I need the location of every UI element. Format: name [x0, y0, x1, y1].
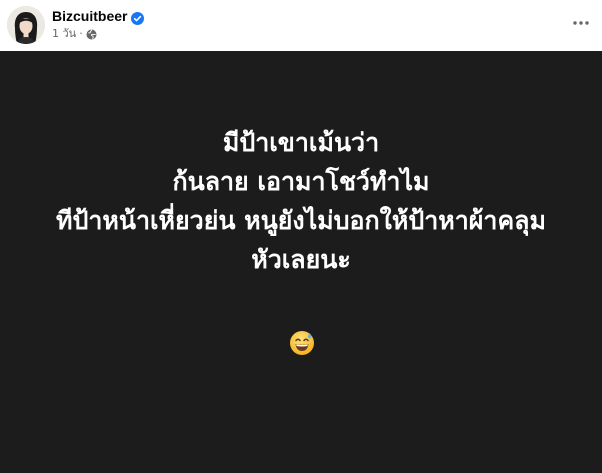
image-text-line: หัวเลยนะ [251, 245, 351, 274]
avatar-photo-icon [7, 6, 45, 44]
image-text-line: มีป้าเขาเม้นว่า [222, 128, 380, 157]
more-horizontal-icon [573, 21, 589, 25]
grinning-face-with-sweat-emoji [289, 330, 315, 356]
post-header: Bizcuitbeer 1 วัน · [0, 0, 602, 51]
image-text-line: ทีป้าหน้าเหี่ยวย่น หนูยังไม่บอกให้ป้าหาผ… [56, 206, 546, 235]
avatar[interactable] [7, 6, 45, 44]
meta-separator: · [79, 27, 83, 40]
author-name[interactable]: Bizcuitbeer [52, 7, 127, 25]
post-timestamp[interactable]: 1 วัน [52, 27, 76, 41]
post-meta: 1 วัน · [52, 27, 97, 41]
post-image-text: มีป้าเขาเม้นว่า ก้นลาย เอามาโชว์ทำไม ทีป… [0, 123, 602, 279]
author-row: Bizcuitbeer [52, 7, 145, 25]
verified-badge-icon [131, 10, 145, 25]
globe-icon[interactable] [86, 28, 97, 40]
image-text-line: ก้นลาย เอามาโชว์ทำไม [172, 167, 430, 196]
more-options-button[interactable] [568, 10, 594, 36]
